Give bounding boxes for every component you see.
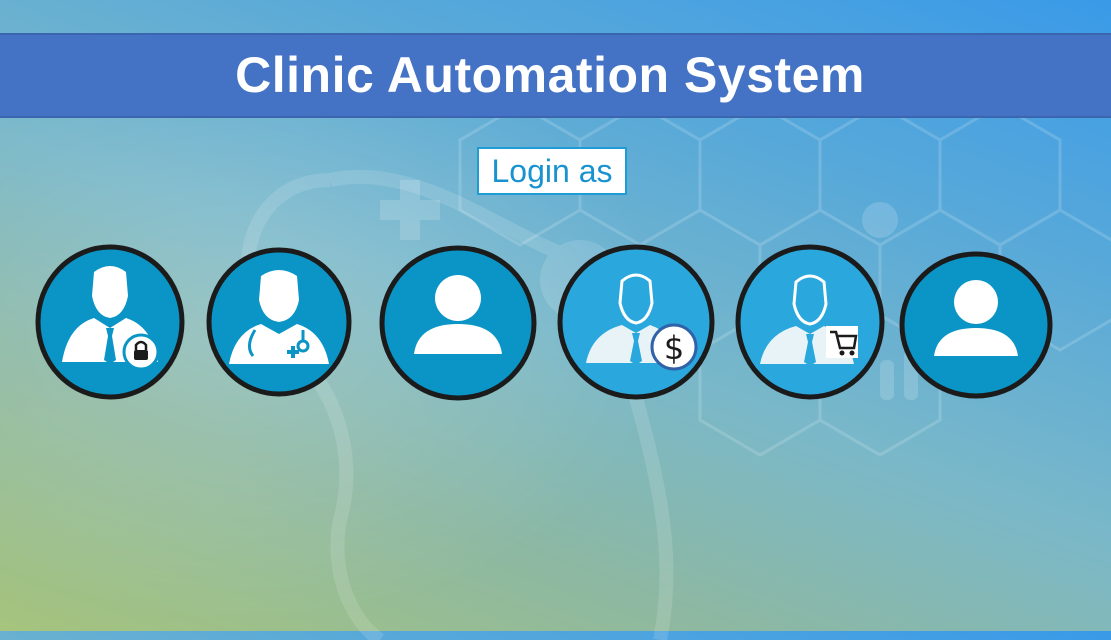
title-bar: Clinic Automation System: [0, 33, 1111, 118]
login-receptionist-button[interactable]: [898, 250, 1054, 400]
svg-text:$: $: [664, 329, 684, 367]
login-user-button[interactable]: [378, 244, 538, 402]
user-icon: [899, 251, 1053, 399]
app-title: Clinic Automation System: [235, 47, 865, 103]
login-as-label: Login as: [477, 147, 627, 195]
login-doctor-button[interactable]: [205, 246, 353, 398]
businessman-dollar-icon: $: [557, 244, 715, 400]
login-accountant-button[interactable]: $: [556, 243, 716, 401]
businessman-cart-icon: [735, 244, 885, 400]
login-admin-button[interactable]: [34, 244, 186, 400]
user-icon: [379, 245, 537, 401]
login-pharmacist-button[interactable]: [734, 244, 886, 400]
admin-lock-icon: [35, 244, 185, 400]
doctor-stethoscope-icon: [206, 247, 352, 397]
